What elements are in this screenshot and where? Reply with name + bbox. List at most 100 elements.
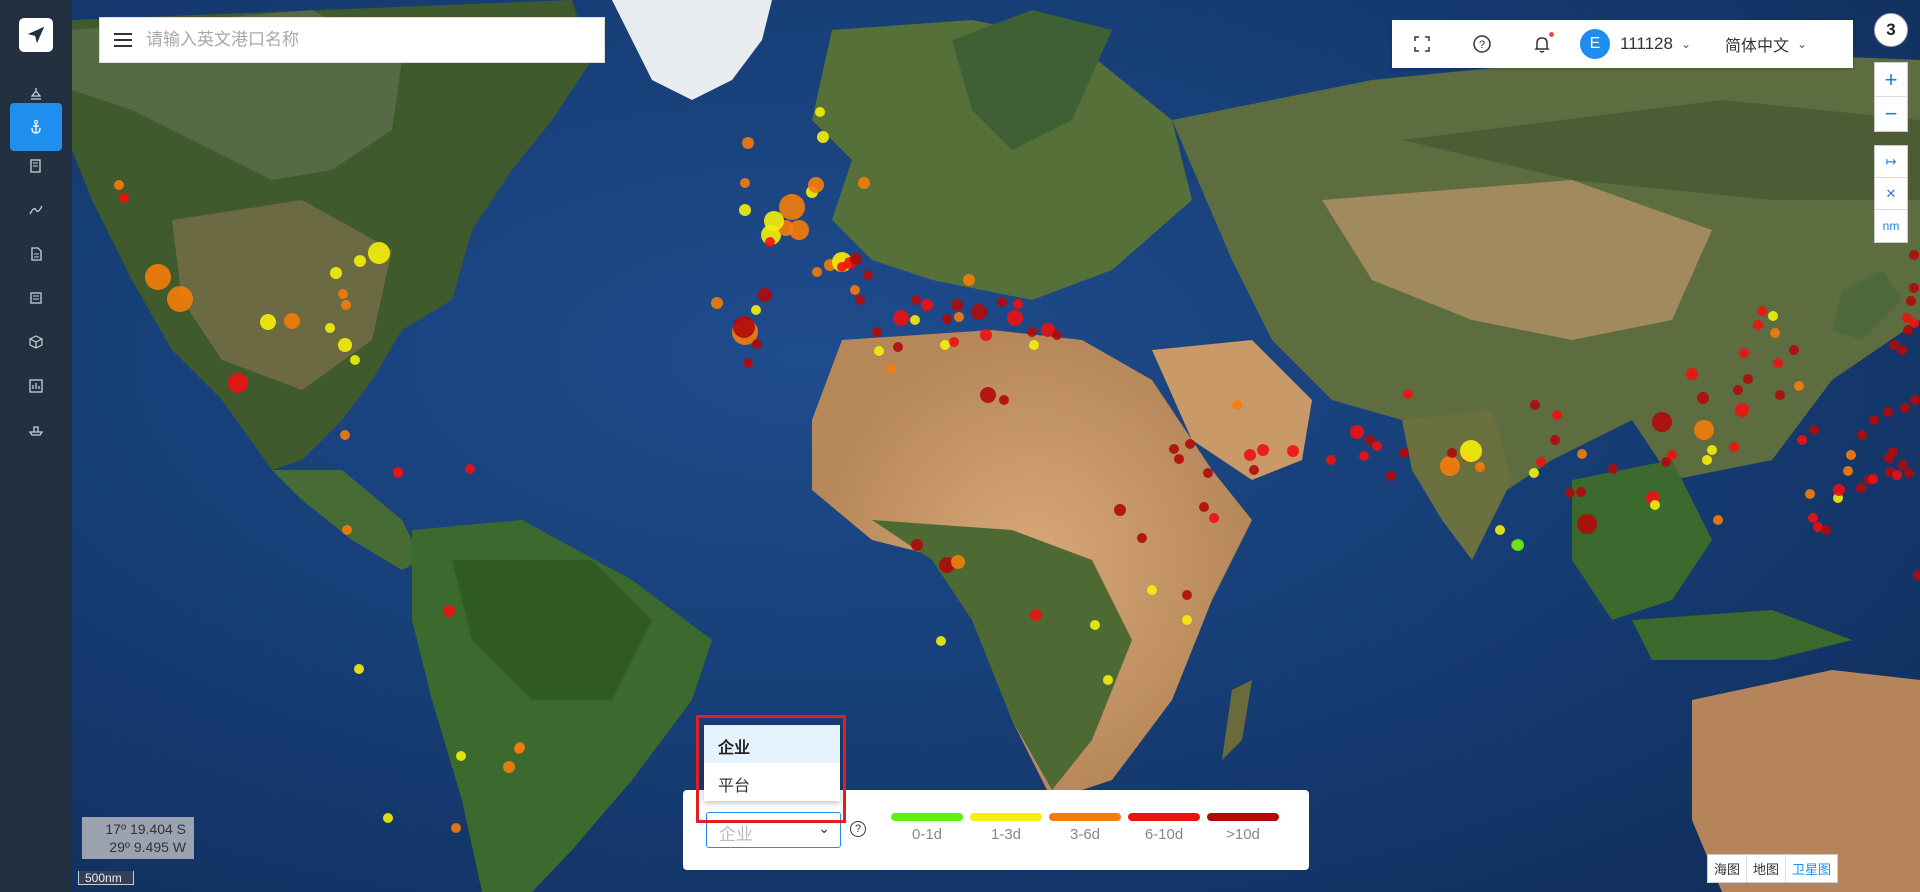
port-marker[interactable] bbox=[1898, 460, 1908, 470]
port-marker[interactable] bbox=[1386, 471, 1396, 481]
port-marker[interactable] bbox=[815, 107, 825, 117]
port-marker[interactable] bbox=[1702, 455, 1712, 465]
port-marker[interactable] bbox=[1287, 445, 1299, 457]
port-marker[interactable] bbox=[1027, 327, 1037, 337]
source-select[interactable]: 企业 ⌄ bbox=[706, 812, 841, 848]
port-marker[interactable] bbox=[739, 204, 751, 216]
sidebar-item-file[interactable] bbox=[10, 230, 62, 278]
port-marker[interactable] bbox=[338, 289, 348, 299]
port-marker[interactable] bbox=[1809, 425, 1819, 435]
port-marker[interactable] bbox=[368, 242, 390, 264]
port-marker[interactable] bbox=[1697, 392, 1709, 404]
port-marker[interactable] bbox=[940, 340, 950, 350]
port-marker[interactable] bbox=[1244, 449, 1256, 461]
port-marker[interactable] bbox=[1794, 381, 1804, 391]
port-marker[interactable] bbox=[758, 288, 772, 302]
port-marker[interactable] bbox=[1530, 400, 1540, 410]
zoom-out-button[interactable]: − bbox=[1875, 97, 1907, 131]
port-marker[interactable] bbox=[910, 315, 920, 325]
port-marker[interactable] bbox=[789, 220, 809, 240]
port-marker[interactable] bbox=[1902, 313, 1912, 323]
port-marker[interactable] bbox=[515, 742, 525, 752]
port-marker[interactable] bbox=[893, 310, 909, 326]
port-marker[interactable] bbox=[1475, 462, 1485, 472]
port-marker[interactable] bbox=[1650, 500, 1660, 510]
port-marker[interactable] bbox=[743, 358, 753, 368]
port-marker[interactable] bbox=[330, 267, 342, 279]
port-marker[interactable] bbox=[465, 464, 475, 474]
port-marker[interactable] bbox=[1868, 474, 1878, 484]
port-marker[interactable] bbox=[942, 314, 952, 324]
port-marker[interactable] bbox=[325, 323, 335, 333]
sidebar-item-route[interactable] bbox=[10, 186, 62, 234]
port-marker[interactable] bbox=[850, 285, 860, 295]
port-marker[interactable] bbox=[1808, 513, 1818, 523]
port-marker[interactable] bbox=[451, 823, 461, 833]
port-marker[interactable] bbox=[1789, 345, 1799, 355]
port-marker[interactable] bbox=[886, 364, 896, 374]
port-marker[interactable] bbox=[1833, 484, 1845, 496]
port-marker[interactable] bbox=[1869, 415, 1879, 425]
map-type-satellite[interactable]: 卫星图 bbox=[1786, 855, 1837, 882]
port-marker[interactable] bbox=[949, 337, 959, 347]
port-marker[interactable] bbox=[1821, 525, 1831, 535]
port-marker[interactable] bbox=[1182, 590, 1192, 600]
port-marker[interactable] bbox=[936, 636, 946, 646]
port-marker[interactable] bbox=[1090, 620, 1100, 630]
port-marker[interactable] bbox=[260, 314, 276, 330]
port-marker[interactable] bbox=[1257, 444, 1269, 456]
port-marker[interactable] bbox=[1694, 420, 1714, 440]
port-marker[interactable] bbox=[1735, 403, 1749, 417]
port-marker[interactable] bbox=[872, 327, 882, 337]
port-marker[interactable] bbox=[837, 262, 847, 272]
port-marker[interactable] bbox=[1052, 330, 1062, 340]
port-marker[interactable] bbox=[1203, 468, 1213, 478]
fullscreen-button[interactable] bbox=[1392, 20, 1452, 68]
port-marker[interactable] bbox=[1707, 445, 1717, 455]
port-marker[interactable] bbox=[874, 346, 884, 356]
port-marker[interactable] bbox=[1552, 410, 1562, 420]
port-marker[interactable] bbox=[1372, 441, 1382, 451]
port-marker[interactable] bbox=[167, 286, 193, 312]
port-marker[interactable] bbox=[342, 525, 352, 535]
port-marker[interactable] bbox=[1174, 454, 1184, 464]
port-marker[interactable] bbox=[1007, 310, 1023, 326]
port-marker[interactable] bbox=[1757, 306, 1767, 316]
port-marker[interactable] bbox=[1169, 444, 1179, 454]
port-marker[interactable] bbox=[1013, 299, 1023, 309]
port-marker[interactable] bbox=[740, 178, 750, 188]
port-marker[interactable] bbox=[1550, 435, 1560, 445]
help-button[interactable]: ? bbox=[1452, 20, 1512, 68]
sidebar-item-cube[interactable] bbox=[10, 318, 62, 366]
port-marker[interactable] bbox=[1892, 470, 1902, 480]
port-marker[interactable] bbox=[340, 430, 350, 440]
port-marker[interactable] bbox=[1030, 609, 1042, 621]
port-marker[interactable] bbox=[341, 300, 351, 310]
port-marker[interactable] bbox=[911, 295, 921, 305]
notification-button[interactable] bbox=[1512, 20, 1572, 68]
port-marker[interactable] bbox=[1903, 325, 1913, 335]
clear-measure-button[interactable]: ✕ bbox=[1875, 178, 1907, 210]
port-marker[interactable] bbox=[1857, 430, 1867, 440]
port-marker[interactable] bbox=[1904, 468, 1914, 478]
port-marker[interactable] bbox=[1029, 340, 1039, 350]
port-marker[interactable] bbox=[1906, 296, 1916, 306]
port-marker[interactable] bbox=[850, 253, 862, 265]
dropdown-option-enterprise[interactable]: 企业 bbox=[704, 725, 840, 763]
sidebar-item-list[interactable] bbox=[10, 274, 62, 322]
port-marker[interactable] bbox=[911, 539, 923, 551]
port-marker[interactable] bbox=[1770, 328, 1780, 338]
port-marker[interactable] bbox=[1447, 448, 1457, 458]
port-marker[interactable] bbox=[1565, 488, 1575, 498]
port-marker[interactable] bbox=[1512, 539, 1524, 551]
port-marker[interactable] bbox=[1577, 449, 1587, 459]
port-marker[interactable] bbox=[752, 339, 762, 349]
port-marker[interactable] bbox=[733, 316, 755, 338]
port-marker[interactable] bbox=[1775, 390, 1785, 400]
language-select[interactable]: 简体中文 ⌄ bbox=[1725, 32, 1807, 56]
port-marker[interactable] bbox=[354, 664, 364, 674]
port-marker[interactable] bbox=[1137, 533, 1147, 543]
port-marker[interactable] bbox=[1888, 447, 1898, 457]
port-marker[interactable] bbox=[1399, 448, 1409, 458]
port-marker[interactable] bbox=[119, 193, 129, 203]
